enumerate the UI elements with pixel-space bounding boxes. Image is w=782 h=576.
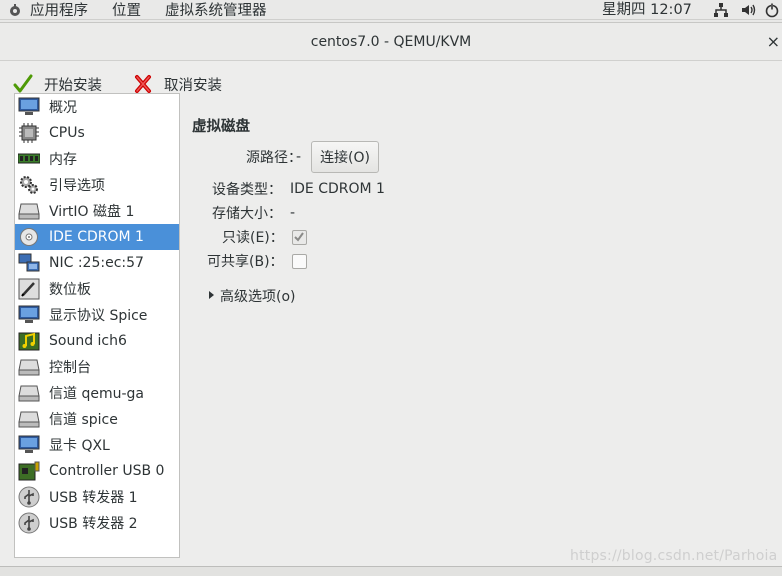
hw-item-label: USB 转发器 2 — [49, 516, 138, 532]
hw-item-controller-usb[interactable]: Controller USB 0 — [15, 458, 179, 484]
hw-item-tablet[interactable]: 数位板 — [15, 276, 179, 302]
device-type-value: IDE CDROM 1 — [290, 181, 385, 197]
hw-item-label: 信道 qemu-ga — [49, 386, 144, 402]
hw-item-cpus[interactable]: CPUs — [15, 120, 179, 146]
sound-icon — [17, 330, 41, 352]
hw-item-nic[interactable]: NIC :25:ec:57 — [15, 250, 179, 276]
video-icon — [17, 434, 41, 456]
channel-icon — [17, 408, 41, 430]
hw-item-label: 引导选项 — [49, 178, 105, 194]
hw-item-label: Controller USB 0 — [49, 463, 165, 479]
readonly-checkbox[interactable] — [291, 229, 307, 245]
hw-item-video-qxl[interactable]: 显卡 QXL — [15, 432, 179, 458]
red-x-icon — [132, 73, 154, 95]
shareable-label: 可共享(B)： — [207, 254, 284, 270]
gears-icon — [17, 174, 41, 196]
storage-size-value: - — [290, 205, 296, 221]
menu-places[interactable]: 位置 — [100, 0, 153, 20]
disk-icon — [17, 200, 41, 222]
tablet-icon — [17, 278, 41, 300]
window-titlebar[interactable]: centos7.0 - QEMU/KVM × — [0, 23, 782, 61]
volume-icon[interactable] — [740, 2, 756, 18]
cpu-icon — [17, 122, 41, 144]
readonly-row: 只读(E)： — [222, 227, 307, 247]
cancel-install-label: 取消安装 — [164, 77, 222, 94]
top-panel: 应用程序 位置 虚拟系统管理器 星期四 12:07 — [0, 0, 782, 20]
hw-item-sound[interactable]: Sound ich6 — [15, 328, 179, 354]
hw-item-overview[interactable]: 概况 — [15, 94, 179, 120]
usb-icon — [17, 512, 41, 534]
shareable-checkbox[interactable] — [291, 253, 307, 269]
hw-item-label: VirtIO 磁盘 1 — [49, 204, 135, 220]
hw-item-label: 数位板 — [49, 282, 91, 298]
hw-item-label: 控制台 — [49, 360, 91, 376]
close-window-button[interactable]: × — [767, 23, 780, 61]
device-type-row: 设备类型： IDE CDROM 1 — [212, 179, 385, 199]
storage-size-label: 存储大小： — [212, 206, 282, 222]
advanced-options-label: 高级选项(o) — [220, 289, 296, 305]
window-title: centos7.0 - QEMU/KVM — [310, 34, 472, 50]
menu-virt-manager[interactable]: 虚拟系统管理器 — [153, 0, 279, 20]
connect-button[interactable]: 连接(O) — [311, 141, 380, 173]
memory-icon — [17, 148, 41, 170]
begin-install-label: 开始安装 — [44, 77, 102, 94]
panel-clock[interactable]: 星期四 12:07 — [602, 0, 692, 20]
section-title: 虚拟磁盘 — [192, 119, 250, 135]
source-path-row: 源路径： - 连接(O) — [226, 141, 380, 173]
hw-item-usb-redir-2[interactable]: USB 转发器 2 — [15, 510, 179, 536]
channel-icon — [17, 382, 41, 404]
usb-icon — [17, 486, 41, 508]
cancel-install-button[interactable]: 取消安装 — [132, 73, 222, 95]
hw-item-label: Sound ich6 — [49, 333, 127, 349]
cdrom-icon — [17, 226, 41, 248]
hw-item-console[interactable]: 控制台 — [15, 354, 179, 380]
source-path-label: 源路径： — [246, 150, 302, 166]
source-path-value: - — [296, 149, 302, 165]
hw-item-label: 概况 — [49, 100, 77, 116]
check-icon — [294, 232, 305, 242]
console-icon — [17, 356, 41, 378]
hw-item-memory[interactable]: 内存 — [15, 146, 179, 172]
menu-applications[interactable]: 应用程序 — [26, 0, 100, 20]
hw-item-usb-redir-1[interactable]: USB 转发器 1 — [15, 484, 179, 510]
display-icon — [17, 304, 41, 326]
hw-item-label: CPUs — [49, 125, 85, 141]
device-type-label: 设备类型： — [212, 182, 282, 198]
controller-icon — [17, 460, 41, 482]
hw-item-label: 信道 spice — [49, 412, 118, 428]
shareable-row: 可共享(B)： — [207, 251, 307, 271]
readonly-label: 只读(E)： — [222, 230, 284, 246]
begin-install-button[interactable]: 开始安装 — [12, 73, 102, 95]
hw-item-boot-options[interactable]: 引导选项 — [15, 172, 179, 198]
hw-item-ide-cdrom[interactable]: IDE CDROM 1 — [15, 224, 179, 250]
hw-item-channel-qemu-ga[interactable]: 信道 qemu-ga — [15, 380, 179, 406]
watermark: https://blog.csdn.net/Parhoia — [570, 548, 778, 564]
nic-icon — [17, 252, 41, 274]
storage-size-row: 存储大小： - — [212, 203, 295, 223]
hw-item-label: 显卡 QXL — [49, 438, 110, 454]
hw-item-label: USB 转发器 1 — [49, 490, 138, 506]
hw-item-display-spice[interactable]: 显示协议 Spice — [15, 302, 179, 328]
apps-menu-icon — [8, 3, 22, 17]
hw-item-label: IDE CDROM 1 — [49, 229, 144, 245]
bottom-taskbar — [0, 566, 782, 576]
hardware-list[interactable]: 概况 CPUs 内存 引导选项 VirtIO 磁盘 1 IDE CDROM 1 … — [14, 93, 180, 558]
hw-item-virtio-disk[interactable]: VirtIO 磁盘 1 — [15, 198, 179, 224]
advanced-options-expander[interactable]: 高级选项(o) — [208, 286, 296, 306]
hw-item-label: NIC :25:ec:57 — [49, 255, 144, 271]
hw-item-label: 显示协议 Spice — [49, 308, 148, 324]
hw-item-label: 内存 — [49, 152, 77, 168]
expander-arrow-icon — [208, 288, 215, 304]
monitor-icon — [17, 96, 41, 118]
network-icon[interactable] — [713, 2, 729, 18]
checkmark-icon — [12, 73, 34, 95]
hw-item-channel-spice[interactable]: 信道 spice — [15, 406, 179, 432]
power-icon[interactable] — [764, 2, 780, 18]
